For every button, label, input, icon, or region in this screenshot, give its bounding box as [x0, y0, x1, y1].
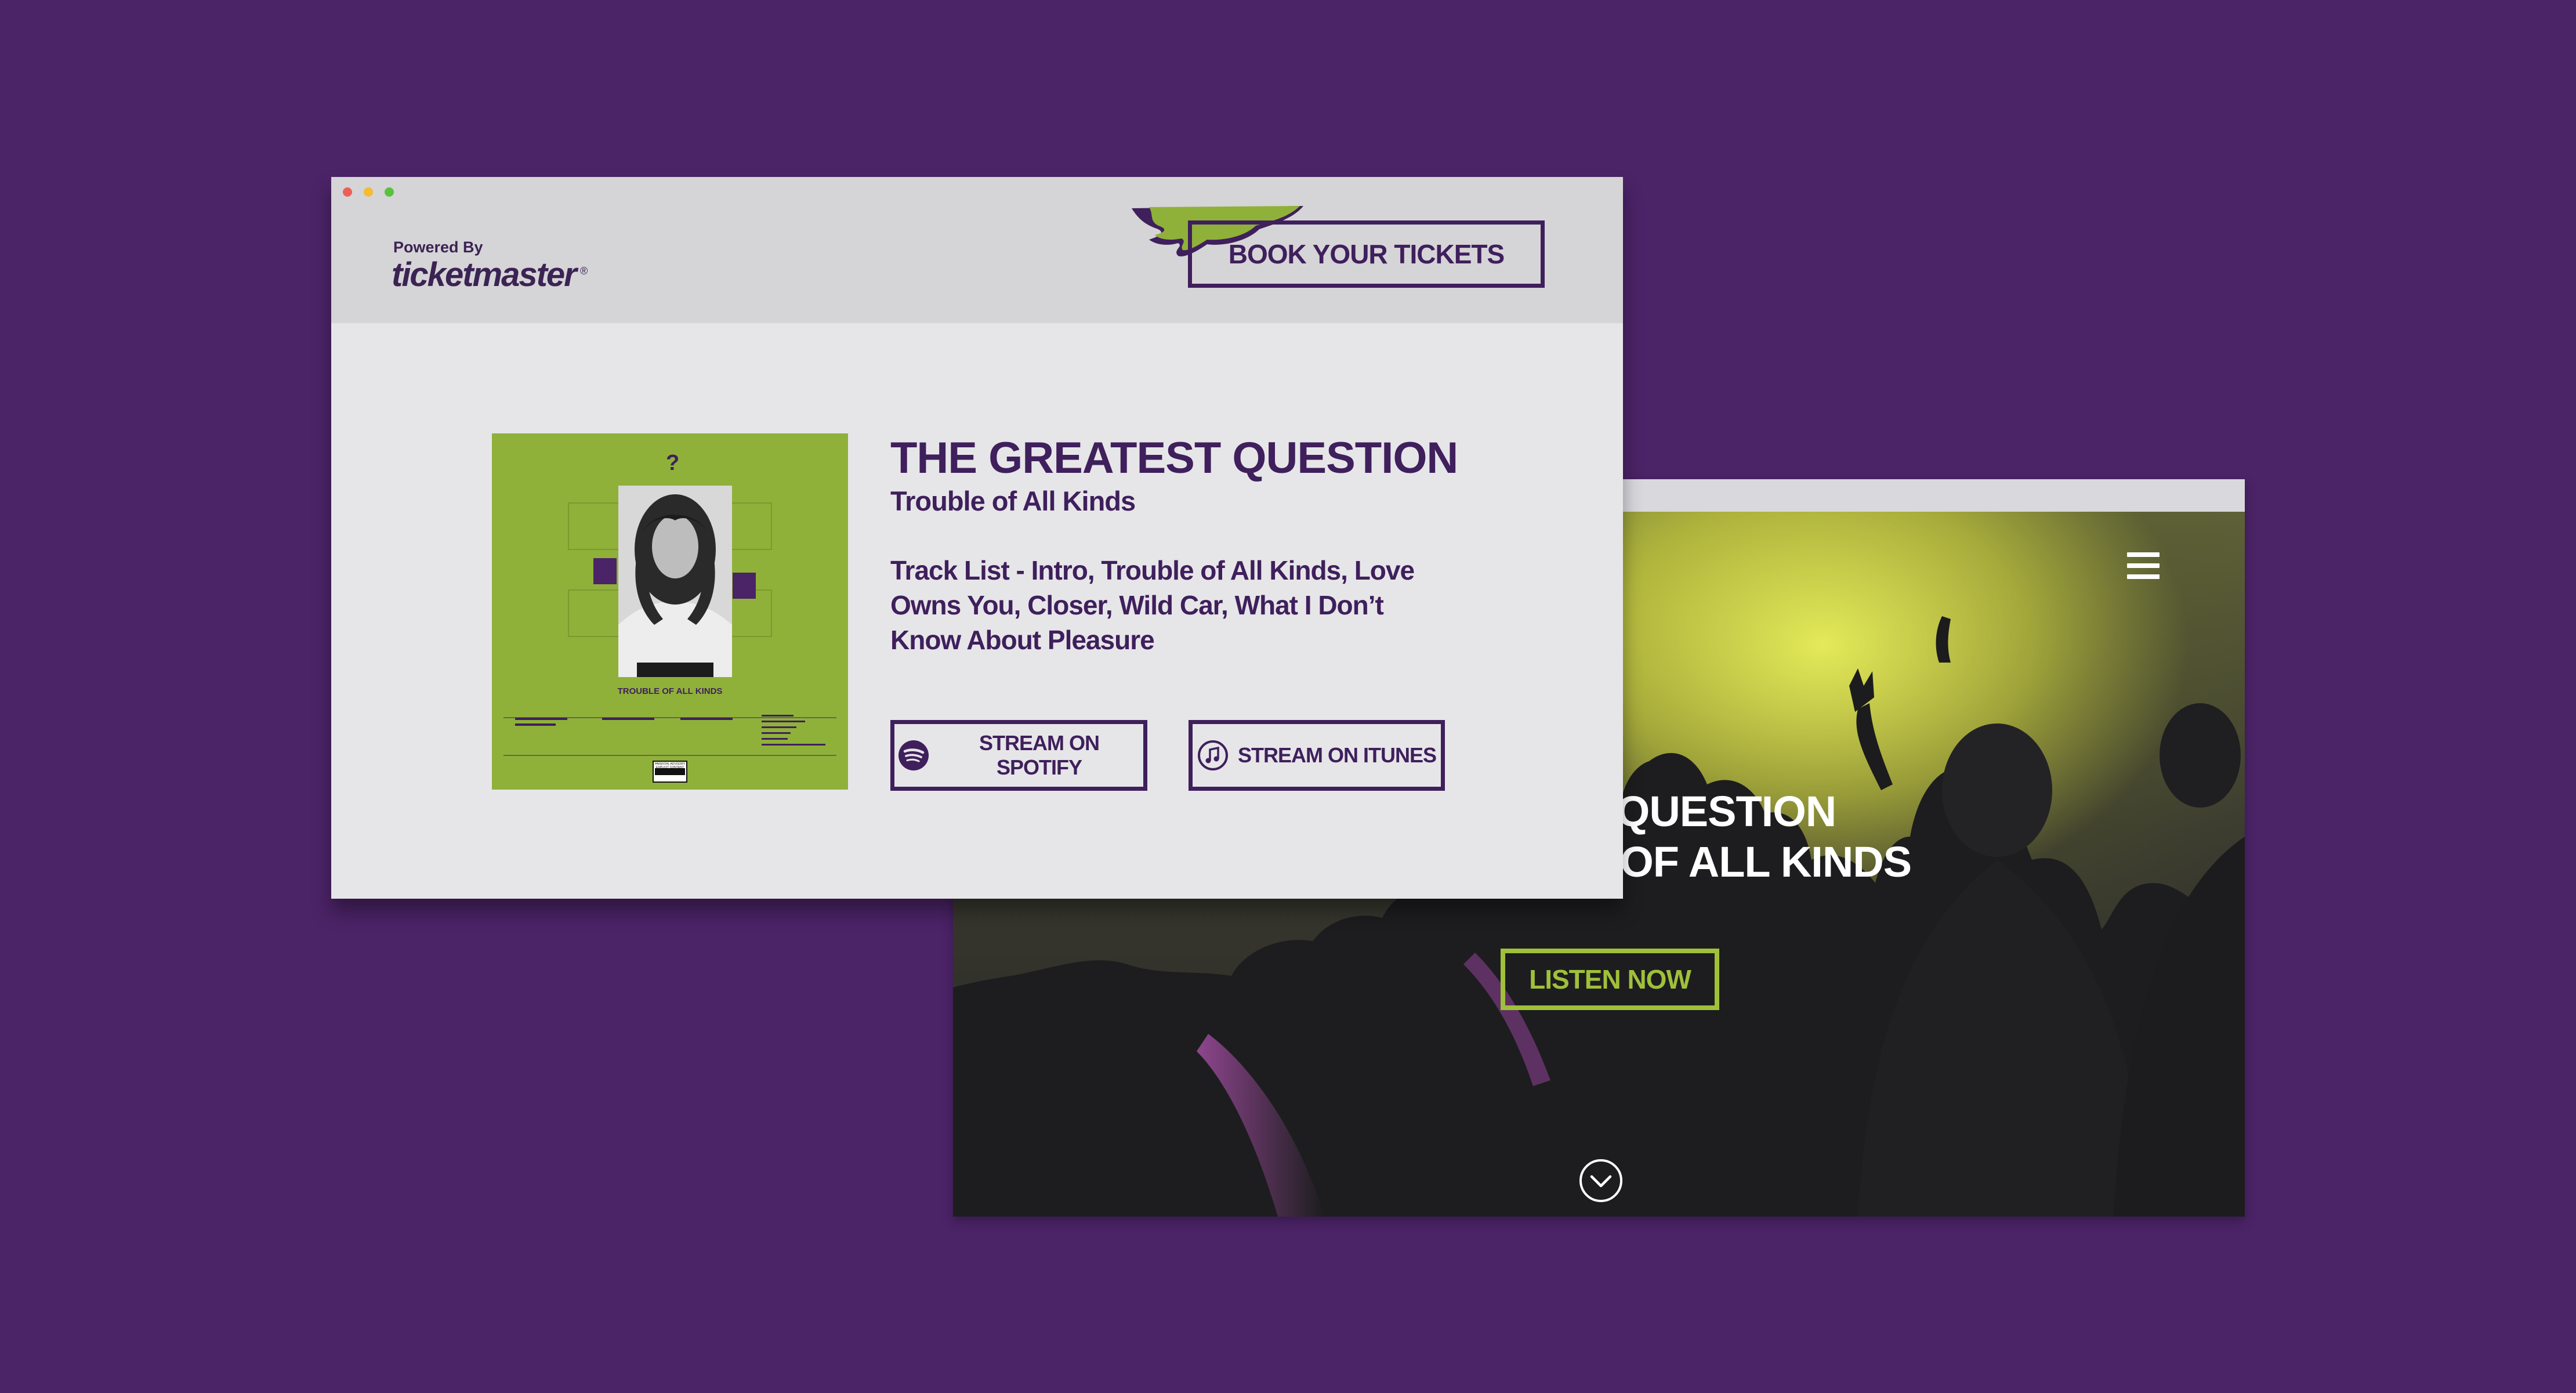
book-tickets-button[interactable]: BOOK YOUR TICKETS	[1188, 220, 1545, 288]
registered-mark: ®	[580, 265, 588, 277]
window-maximize-dot[interactable]	[385, 187, 394, 197]
spotify-label: STREAM ON SPOTIFY	[979, 731, 1100, 779]
itunes-icon	[1197, 740, 1228, 770]
listen-now-button[interactable]: LISTEN NOW	[1501, 949, 1719, 1010]
stream-on-itunes-button[interactable]: STREAM ON ITUNES	[1189, 720, 1445, 791]
parental-advisory-label: PARENTAL ADVISORY EXPLICIT CONTENT	[654, 762, 686, 769]
cover-question-mark: ?	[666, 451, 680, 475]
site-header: Powered By ticketmaster ® BOOK YOUR TICK…	[331, 177, 1623, 323]
stream-on-spotify-button[interactable]: STREAM ON SPOTIFY	[890, 720, 1147, 791]
hamburger-menu-icon[interactable]	[2127, 552, 2160, 579]
album-window: Powered By ticketmaster ® BOOK YOUR TICK…	[331, 177, 1623, 899]
chevron-down-circle-icon[interactable]	[1578, 1157, 1624, 1204]
album-cover[interactable]: ? TROUBLE OF ALL KINDS PARENTAL ADVISORY…	[492, 433, 848, 790]
album-cover-art	[492, 433, 848, 790]
cover-title: TROUBLE OF ALL KINDS	[617, 686, 723, 696]
album-title: THE GREATEST QUESTION	[890, 433, 1458, 483]
window-close-dot[interactable]	[343, 187, 352, 197]
itunes-label: STREAM ON ITUNES	[1237, 743, 1437, 767]
window-minimize-dot[interactable]	[364, 187, 373, 197]
ticketmaster-logo[interactable]: ticketmaster	[392, 255, 577, 294]
spotify-icon	[898, 740, 929, 770]
track-list: Track List - Intro, Trouble of All Kinds…	[890, 555, 1415, 655]
album-subtitle: Trouble of All Kinds	[890, 486, 1136, 516]
powered-by-label: Powered By	[393, 238, 483, 256]
